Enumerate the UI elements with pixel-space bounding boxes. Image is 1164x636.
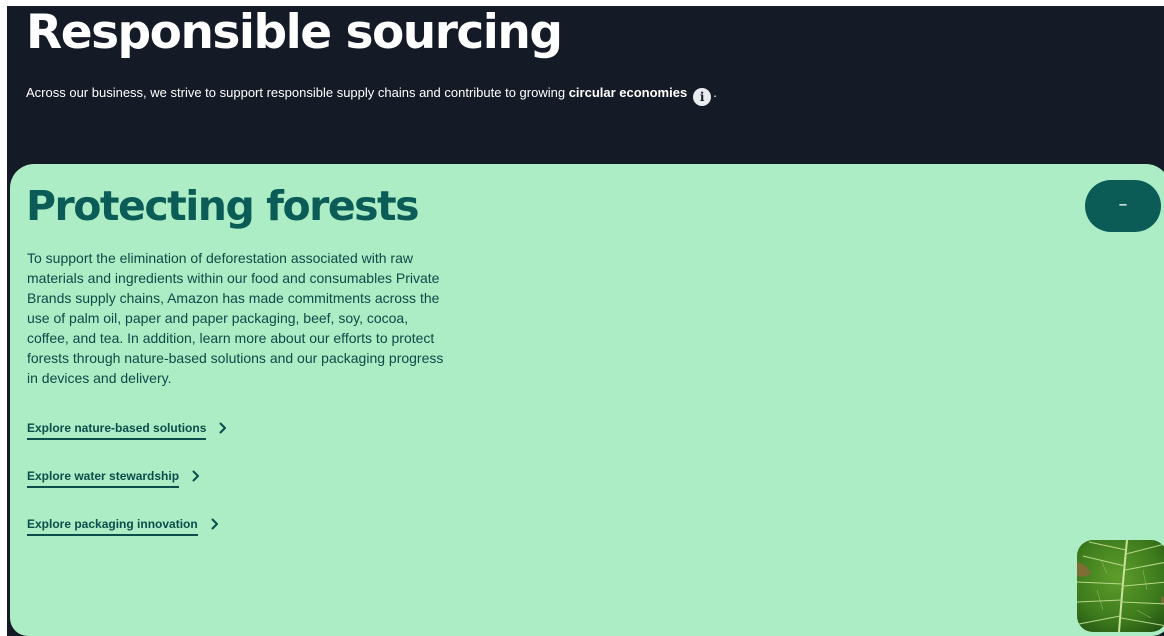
intro-period: . (713, 85, 717, 100)
explore-water-stewardship-link[interactable]: Explore water stewardship (27, 468, 200, 488)
link-label: Explore water stewardship (27, 468, 180, 488)
intro-paragraph: Across our business, we strive to suppor… (26, 84, 717, 106)
circular-economies-term: circular economies (568, 85, 688, 100)
leaf-image (1077, 540, 1164, 632)
link-label: Explore packaging innovation (27, 516, 198, 536)
collapse-button[interactable]: – (1085, 180, 1161, 232)
page-title: Responsible sourcing (26, 5, 563, 60)
protecting-forests-card: Protecting forests To support the elimin… (10, 164, 1164, 636)
info-icon[interactable]: i (693, 88, 712, 106)
page: Responsible sourcing Across our business… (0, 0, 1164, 636)
chevron-right-icon (219, 419, 227, 438)
explore-nature-based-solutions-link[interactable]: Explore nature-based solutions (27, 420, 227, 440)
explore-packaging-innovation-link[interactable]: Explore packaging innovation (27, 516, 219, 536)
chevron-right-icon (211, 515, 219, 534)
card-title: Protecting forests (26, 182, 420, 230)
intro-text: Across our business, we strive to suppor… (26, 85, 566, 100)
link-label: Explore nature-based solutions (27, 420, 207, 440)
chevron-right-icon (192, 467, 200, 486)
minus-icon: – (1118, 194, 1128, 215)
card-description: To support the elimination of deforestat… (27, 250, 444, 386)
